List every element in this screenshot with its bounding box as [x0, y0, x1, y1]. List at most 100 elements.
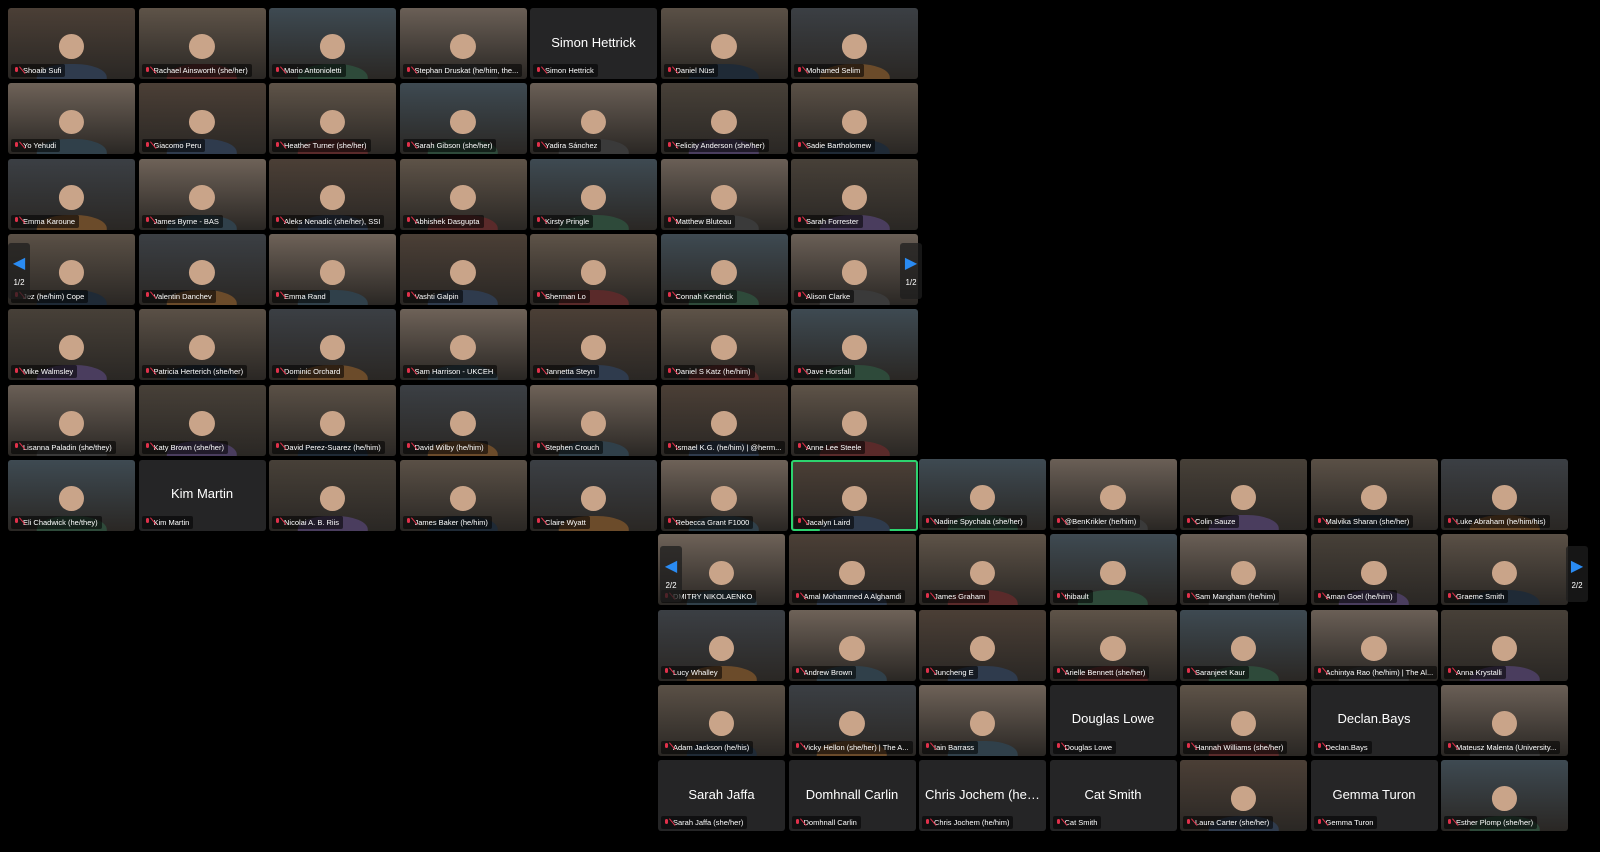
participant-tile[interactable]: Sarah Gibson (she/her) — [399, 83, 527, 155]
participant-tile[interactable]: Heather Turner (she/her) — [269, 83, 396, 155]
participant-tile[interactable]: Iain Barrass — [919, 684, 1046, 756]
participant-tile[interactable]: James Byrne - BAS — [138, 158, 266, 230]
participant-tile[interactable]: Aman Goel (he/him) — [1310, 534, 1438, 606]
participant-tile[interactable]: Achintya Rao (he/him) | The Al... — [1310, 609, 1438, 681]
participant-tile[interactable]: Sadie Bartholomew — [791, 83, 918, 155]
prev-page-button[interactable]: ◀ 1/2 — [8, 243, 30, 299]
participant-tile[interactable]: Claire Wyatt — [530, 459, 657, 531]
participant-tile[interactable]: Anna Krystalli — [1441, 609, 1568, 681]
participant-tile[interactable]: Rachael Ainsworth (she/her) — [138, 8, 266, 79]
participant-tile[interactable]: Dave Horsfall — [791, 309, 918, 381]
participant-tile[interactable]: Arielle Bennett (she/her) — [1049, 609, 1177, 681]
participant-tile[interactable]: Daniel Nüst — [660, 8, 788, 79]
participant-tile[interactable]: Saranjeet Kaur — [1180, 609, 1307, 681]
participant-name-label: Kirsty Pringle — [533, 214, 594, 228]
participant-tile[interactable]: Cat Smith Cat Smith — [1049, 760, 1177, 832]
mic-muted-icon — [796, 443, 803, 451]
participant-name: thibault — [1064, 592, 1089, 602]
participant-tile[interactable]: Anne Lee Steele — [791, 384, 918, 456]
mic-muted-icon — [13, 217, 20, 225]
participant-tile[interactable]: Alison Clarke — [791, 233, 918, 305]
participant-tile[interactable]: Katy Brown (she/her) — [138, 384, 266, 456]
participant-tile[interactable]: Connah Kendrick — [660, 233, 788, 305]
participant-tile[interactable]: Declan.Bays Declan.Bays — [1310, 684, 1438, 756]
participant-tile[interactable]: @BenKrikler (he/him) — [1049, 459, 1177, 530]
participant-name-label: Juncheng E — [922, 665, 978, 679]
participant-tile[interactable]: Gemma Turon Gemma Turon — [1310, 760, 1438, 832]
mic-muted-icon — [144, 217, 151, 225]
participant-tile[interactable]: Simon Hettrick Simon Hettrick — [530, 8, 657, 79]
participant-head — [711, 260, 737, 286]
participant-tile[interactable]: Kirsty Pringle — [530, 158, 657, 230]
participant-tile[interactable]: Mike Walmsley — [8, 309, 135, 381]
prev-page-button[interactable]: ◀ 2/2 — [660, 546, 682, 602]
mic-muted-icon — [1055, 668, 1062, 676]
participant-tile[interactable]: Yo Yehudi — [8, 83, 135, 155]
participant-tile[interactable]: Graeme Smith — [1441, 534, 1568, 606]
participant-tile[interactable]: Stephan Druskat (he/him, the... — [399, 8, 527, 79]
participant-tile[interactable]: James Baker (he/him) — [399, 459, 527, 531]
participant-name-label: Lisanna Paladin (she/they) — [11, 440, 116, 454]
participant-name: David Wilby (he/him) — [414, 442, 484, 452]
page-indicator: 1/2 — [905, 277, 917, 287]
participant-tile[interactable]: Eli Chadwick (he/they) — [8, 459, 135, 531]
participant-tile[interactable]: Sherman Lo — [530, 233, 657, 305]
participant-tile[interactable]: Colin Sauze — [1180, 459, 1307, 530]
participant-tile[interactable]: Valentin Danchev — [138, 233, 266, 305]
participant-tile[interactable]: Dominic Orchard — [269, 309, 396, 381]
participant-tile[interactable]: Juncheng E — [919, 609, 1046, 681]
participant-tile[interactable]: Daniel S Katz (he/him) — [660, 309, 788, 381]
participant-tile[interactable]: Abhishek Dasgupta — [399, 158, 527, 230]
participant-tile[interactable]: Mario Antonioletti — [269, 8, 396, 79]
participant-name-label: Valentin Danchev — [141, 289, 216, 303]
participant-tile[interactable]: Esther Plomp (she/her) — [1441, 760, 1568, 832]
mic-muted-icon — [794, 668, 801, 676]
participant-tile[interactable]: Hannah Williams (she/her) — [1180, 684, 1307, 756]
participant-tile[interactable]: Ismael K.G. (he/him) | @herm... — [660, 384, 788, 456]
participant-name: James Byrne - BAS — [153, 216, 219, 226]
participant-tile[interactable]: Lisanna Paladin (she/they) — [8, 384, 135, 456]
participant-name-label: Giacomo Peru — [141, 139, 206, 153]
participant-tile[interactable]: Douglas Lowe Douglas Lowe — [1049, 684, 1177, 756]
participant-tile[interactable]: Lucy Whalley — [658, 609, 785, 681]
participant-tile[interactable]: Domhnall Carlin Domhnall Carlin — [788, 760, 916, 832]
participant-tile[interactable]: Giacomo Peru — [138, 83, 266, 155]
participant-tile[interactable]: Jannetta Steyn — [530, 309, 657, 381]
participant-tile[interactable]: Nadine Spychala (she/her) — [919, 459, 1046, 530]
participant-tile[interactable]: Shoaib Sufi — [8, 8, 135, 79]
participant-tile[interactable]: Emma Rand — [269, 233, 396, 305]
participant-tile[interactable]: Chris Jochem (he/... Chris Jochem (he/him… — [919, 760, 1046, 832]
participant-tile[interactable]: Adam Jackson (he/his) — [658, 684, 785, 756]
participant-tile[interactable]: James Graham — [919, 534, 1046, 606]
participant-tile[interactable]: thibault — [1049, 534, 1177, 606]
mic-muted-icon — [535, 367, 542, 376]
participant-tile[interactable]: Stephen Crouch — [530, 384, 657, 456]
participant-tile[interactable]: Laura Carter (she/her) — [1180, 760, 1307, 832]
next-page-button[interactable]: ▶ 2/2 — [1566, 546, 1588, 602]
participant-name: Daniel Nüst — [675, 66, 715, 75]
participant-tile[interactable]: Sam Harrison - UKCEH — [399, 309, 527, 381]
participant-tile[interactable]: Patricia Herterich (she/her) — [138, 309, 266, 381]
participant-tile[interactable]: Matthew Bluteau — [660, 158, 788, 230]
participant-tile[interactable]: Sam Mangham (he/him) — [1180, 534, 1307, 606]
participant-tile[interactable]: David Perez-Suarez (he/him) — [269, 384, 396, 456]
participant-tile[interactable]: Yadira Sánchez — [530, 83, 657, 155]
participant-tile[interactable]: Malvika Sharan (she/her) — [1310, 459, 1438, 530]
participant-tile[interactable]: Andrew Brown — [788, 609, 916, 681]
participant-tile[interactable]: Vicky Hellon (she/her) | The A... — [788, 684, 916, 756]
participant-tile[interactable]: Vashti Galpin — [399, 233, 527, 305]
participant-tile[interactable]: Mateusz Malenta (University... — [1441, 684, 1568, 756]
participant-tile[interactable]: Mohamed Selim — [791, 8, 918, 79]
participant-tile[interactable]: Luke Abraham (he/him/his) — [1441, 459, 1568, 530]
participant-tile[interactable]: Kim Martin Kim Martin — [138, 459, 266, 531]
participant-tile[interactable]: David Wilby (he/him) — [399, 384, 527, 456]
participant-tile[interactable]: Emma Karoune — [8, 158, 135, 230]
mic-muted-icon — [405, 367, 412, 376]
participant-tile[interactable]: Amal Mohammed A Alghamdi — [788, 534, 916, 606]
participant-tile[interactable]: Sarah Jaffa Sarah Jaffa (she/her) — [658, 760, 785, 832]
participant-tile[interactable]: Aleks Nenadic (she/her), SSI — [269, 158, 396, 230]
participant-tile[interactable]: Felicity Anderson (she/her) — [660, 83, 788, 155]
participant-tile[interactable]: Nicolai A. B. Riis — [269, 459, 396, 531]
next-page-button[interactable]: ▶ 1/2 — [900, 243, 922, 299]
participant-tile[interactable]: Sarah Forrester — [791, 158, 918, 230]
